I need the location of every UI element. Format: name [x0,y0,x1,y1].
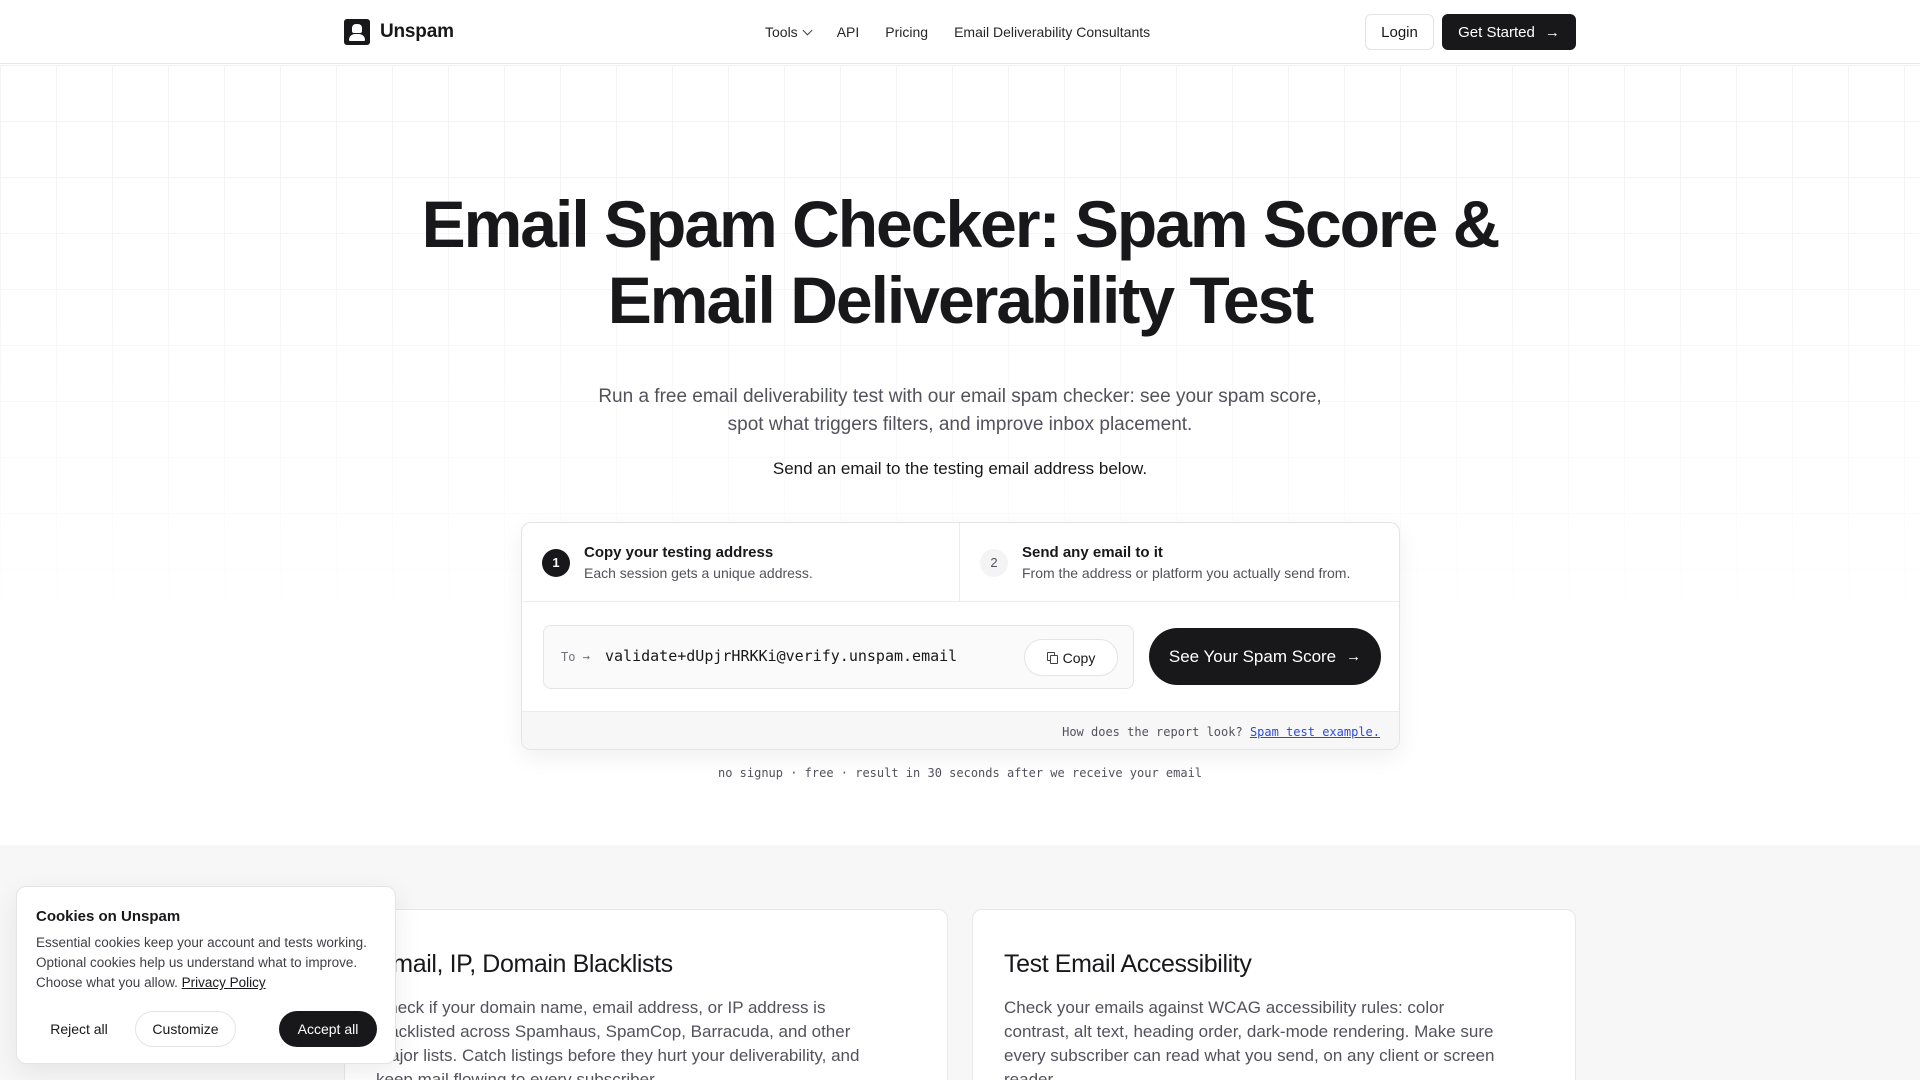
cookie-banner: Cookies on Unspam Essential cookies keep… [16,886,396,1064]
nav-item-api[interactable]: API [837,24,860,40]
page-title-line: Email Deliverability Test [607,263,1314,337]
step-number: 2 [980,548,1008,577]
get-started-button[interactable]: Get Started → [1442,14,1576,50]
step-1: 1 Copy your testing address Each session… [522,523,960,602]
testing-address-field[interactable]: To → validate+dUpjrHRKKi@verify.unspam.e… [543,625,1134,689]
brand-logo[interactable]: Unspam [344,19,454,45]
feature-desc: Check your emails against WCAG accessibi… [1004,998,1495,1080]
copy-icon [1046,652,1058,664]
login-button[interactable]: Login [1365,14,1434,50]
cookie-text: Essential cookies keep your account and … [36,933,388,993]
to-label: To → [561,650,590,664]
testing-address[interactable]: validate+dUpjrHRKKi@verify.unspam.email [605,647,957,665]
feature-card-blacklists[interactable]: Email, IP, Domain Blacklists Check if yo… [344,909,948,1080]
main-nav: Tools API Pricing Email Deliverability C… [765,0,1150,64]
step-title: Send any email to it [1022,544,1163,561]
hero-tagline: no signup · free · result in 30 seconds … [717,766,1203,780]
site-header: Unspam Tools API Pricing Email Deliverab… [0,0,1920,64]
step-2: 2 Send any email to it From the address … [960,523,1399,602]
page-title-line: Email Spam Checker: Spam Score & [421,187,1501,261]
nav-item-consultants[interactable]: Email Deliverability Consultants [954,24,1150,40]
chevron-down-icon [802,25,813,35]
report-question: How does the report look? [1062,725,1243,739]
feature-card-accessibility[interactable]: Test Email Accessibility Check your emai… [972,909,1576,1080]
card-footer: How does the report look? Spam test exam… [522,711,1399,749]
hero-subtitle: Run a free email deliverability test wit… [560,383,1360,439]
get-started-label: Get Started [1458,23,1535,41]
nav-item-label: Email Deliverability Consultants [954,24,1151,40]
spam-test-example-link[interactable]: Spam test example. [1250,725,1380,739]
see-spam-score-button[interactable]: See Your Spam Score → [1149,628,1381,685]
cookie-title: Cookies on Unspam [36,908,181,925]
reject-all-button[interactable]: Reject all [36,1011,122,1047]
feature-desc: Check if your domain name, email address… [376,998,860,1080]
hero-subtitle-line: spot what triggers filters, and improve … [727,414,1193,435]
hero-instruction: Send an email to the testing email addre… [772,459,1148,478]
arrow-right-icon: → [1346,648,1362,665]
report-example-text: How does the report look? Spam test exam… [1062,725,1380,739]
customize-button[interactable]: Customize [135,1011,236,1047]
arrow-right-icon: → [1544,23,1560,41]
copy-button[interactable]: Copy [1024,639,1118,676]
hero-subtitle-line: Run a free email deliverability test wit… [598,386,1322,407]
nav-item-label: Pricing [885,24,929,40]
page-title: Email Spam Checker: Spam Score & Email D… [360,186,1560,338]
step-desc: From the address or platform you actuall… [1022,565,1351,581]
brand-name: Unspam [380,21,454,42]
steps-row: 1 Copy your testing address Each session… [522,523,1399,602]
accept-all-button[interactable]: Accept all [279,1011,377,1047]
step-title: Copy your testing address [584,544,774,561]
feature-title: Test Email Accessibility [1004,950,1252,978]
step-number: 1 [542,548,570,577]
nav-item-label: API [836,24,860,40]
unspam-logo-icon [344,19,370,45]
step-desc: Each session gets a unique address. [584,565,813,581]
privacy-policy-link[interactable]: Privacy Policy [182,975,266,990]
nav-item-label: Tools [765,24,798,40]
spam-test-card: 1 Copy your testing address Each session… [521,522,1400,750]
nav-item-pricing[interactable]: Pricing [885,24,928,40]
copy-label: Copy [1062,649,1096,666]
feature-title: Email, IP, Domain Blacklists [376,950,673,978]
see-spam-score-label: See Your Spam Score [1168,646,1337,666]
nav-item-tools[interactable]: Tools [765,24,813,40]
